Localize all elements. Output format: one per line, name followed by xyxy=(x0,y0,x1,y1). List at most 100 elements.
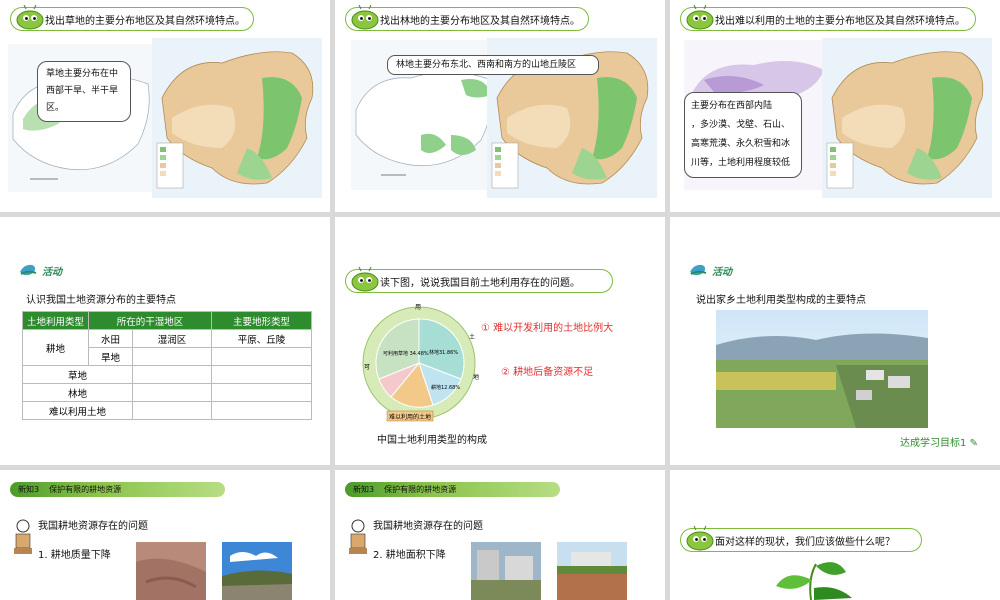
degraded-land-photo xyxy=(222,542,292,600)
table-cell xyxy=(211,401,312,420)
slide-hard-to-use-land[interactable]: 找出难以利用的土地的主要分布地区及其自然环境特点。 主要分布在西部内陆 ，多沙漠… xyxy=(670,0,1000,212)
student-icon xyxy=(349,519,367,554)
note-line: 林地主要分布东北、西南和南方的山地丘陵区 xyxy=(396,60,577,70)
table-cell xyxy=(132,365,212,384)
note-line: 区。 xyxy=(46,103,65,113)
table-cell xyxy=(211,347,312,366)
pie-ring-label: 用 xyxy=(415,304,421,311)
problem-point-1: ① 难以开发利用的土地比例大 xyxy=(481,323,614,334)
slide-activity-table[interactable]: 活动 认识我国土地资源分布的主要特点 土地利用类型 所在的干湿地区 主要地形类型… xyxy=(0,217,330,465)
table-cell: 难以利用土地 xyxy=(22,401,133,420)
bug-icon xyxy=(16,4,44,30)
pie-caption: 中国土地利用类型的构成 xyxy=(377,435,487,446)
slide-title-bar: 找出难以利用的土地的主要分布地区及其自然环境特点。 xyxy=(680,4,976,31)
note-line: 主要分布在西部内陆 xyxy=(691,101,773,111)
table-cell: 耕地 xyxy=(22,329,89,366)
slide-title-bar: 找出林地的主要分布地区及其自然环境特点。 xyxy=(345,4,589,31)
section-band: 新知3 保护有限的耕地资源 xyxy=(345,482,560,497)
problem-item: 2. 耕地面积下降 xyxy=(373,550,446,561)
slide-forest[interactable]: 找出林地的主要分布地区及其自然环境特点。 林地主要分布东北、西南和南方的山地丘陵… xyxy=(335,0,665,212)
table-header: 土地利用类型 xyxy=(22,311,89,330)
cleared-field-photo xyxy=(557,542,627,600)
table-cell: 林地 xyxy=(22,383,133,402)
grassland-note: 草地主要分布在中 西部干旱、半干旱 区。 xyxy=(37,61,131,122)
land-use-pie-chart: 用 土 地 可 林地31.86% 可利用草地 34.48% 耕地12.68% 难… xyxy=(362,304,479,422)
table-cell: 旱地 xyxy=(88,347,133,366)
table-cell xyxy=(211,383,312,402)
table-cell xyxy=(132,383,212,402)
eroded-land-photo xyxy=(136,542,206,600)
pie-label-farmland: 耕地12.68% xyxy=(431,384,460,391)
slide-title-bar: 读下图，说说我国目前土地利用存在的问题。 xyxy=(345,266,613,293)
table-header: 主要地形类型 xyxy=(211,311,312,330)
table-row: 草地 xyxy=(22,365,312,384)
pie-label-grass: 可利用草地 34.48% xyxy=(383,350,429,357)
slide-title: 读下图，说说我国目前土地利用存在的问题。 xyxy=(380,277,580,289)
activity-text: 活动 xyxy=(712,266,732,278)
section-title: 保护有限的耕地资源 xyxy=(49,485,122,494)
section-title: 保护有限的耕地资源 xyxy=(384,485,457,494)
note-line: 高寒荒漠、永久积雪和冰 xyxy=(691,139,791,149)
table-cell xyxy=(132,347,212,366)
table-cell: 草地 xyxy=(22,365,133,384)
table-cell: 平原、丘陵 xyxy=(211,329,312,348)
activity-instruction: 认识我国土地资源分布的主要特点 xyxy=(26,295,176,306)
bug-icon xyxy=(351,4,379,30)
student-icon xyxy=(14,519,32,554)
problems-heading: 我国耕地资源存在的问题 xyxy=(38,521,148,532)
activity-icon xyxy=(690,264,707,276)
activity-instruction: 说出家乡土地利用类型构成的主要特点 xyxy=(696,295,866,306)
slide-grassland[interactable]: 找出草地的主要分布地区及其自然环境特点。 草地主要分布在中 西部干旱、半干旱 区… xyxy=(0,0,330,212)
section-tag: 新知3 xyxy=(18,485,40,494)
china-terrain-map xyxy=(822,38,992,198)
note-line: 西部干旱、半干旱 xyxy=(46,86,119,96)
table-cell: 水田 xyxy=(88,329,133,348)
pie-ring-label: 可 xyxy=(364,364,370,371)
problem-point-2: ② 耕地后备资源不足 xyxy=(501,367,594,378)
pie-label-forest: 林地31.86% xyxy=(429,349,458,356)
pie-label-hard: 难以利用的土地 xyxy=(389,413,431,421)
activity-text: 活动 xyxy=(42,266,62,278)
slide-farmland-quality[interactable]: 新知3 保护有限的耕地资源 我国耕地资源存在的问题 1. 耕地质量下降 xyxy=(0,470,330,600)
bug-icon xyxy=(686,4,714,30)
activity-icon xyxy=(20,264,37,276)
note-line: 川等，土地利用程度较低 xyxy=(691,158,791,168)
slide-title: 面对这样的现状，我们应该做些什么呢？ xyxy=(715,536,895,548)
table-row: 耕地 水田 湿润区 平原、丘陵 xyxy=(22,329,312,366)
table-header: 所在的干湿地区 xyxy=(88,311,212,330)
slide-what-to-do[interactable]: 面对这样的现状，我们应该做些什么呢？ xyxy=(670,470,1000,600)
slide-title: 找出难以利用的土地的主要分布地区及其自然环境特点。 xyxy=(715,15,965,27)
section-tag: 新知3 xyxy=(353,485,375,494)
slide-land-use-problems[interactable]: 读下图，说说我国目前土地利用存在的问题。 用 土 地 可 林地31.86% 可利… xyxy=(335,217,665,465)
construction-site-photo xyxy=(471,542,541,600)
pie-ring-label: 地 xyxy=(473,373,479,381)
table-cell xyxy=(132,401,212,420)
bug-icon xyxy=(686,525,714,551)
table-row: 难以利用土地 xyxy=(22,401,312,420)
china-terrain-map xyxy=(152,38,322,198)
note-line: ，多沙漠、戈壁、石山、 xyxy=(691,120,791,130)
pencil-icon: ✎ xyxy=(969,438,978,449)
problem-item: 1. 耕地质量下降 xyxy=(38,550,111,561)
land-use-table: 土地利用类型 所在的干湿地区 主要地形类型 耕地 水田 湿润区 平原、丘陵 旱地… xyxy=(22,311,312,420)
slide-title: 找出林地的主要分布地区及其自然环境特点。 xyxy=(380,15,580,27)
note-line: 草地主要分布在中 xyxy=(46,69,119,79)
slide-hometown-activity[interactable]: 活动 说出家乡土地利用类型构成的主要特点 达成学习目标1 ✎ xyxy=(670,217,1000,465)
hometown-landscape-photo xyxy=(716,310,928,428)
table-header-row: 土地利用类型 所在的干湿地区 主要地形类型 xyxy=(22,311,312,330)
learning-target-link[interactable]: 达成学习目标1 ✎ xyxy=(900,434,978,449)
bug-icon xyxy=(351,266,379,292)
learning-target-text: 达成学习目标1 xyxy=(900,438,967,449)
slide-title-bar: 面对这样的现状，我们应该做些什么呢？ xyxy=(680,525,922,552)
table-cell: 湿润区 xyxy=(132,329,212,348)
table-row: 林地 xyxy=(22,383,312,402)
slide-title: 找出草地的主要分布地区及其自然环境特点。 xyxy=(45,15,245,27)
table-cell xyxy=(211,365,312,384)
barren-land-note: 主要分布在西部内陆 ，多沙漠、戈壁、石山、 高寒荒漠、永久积雪和冰 川等，土地利… xyxy=(684,92,802,178)
activity-label: 活动 xyxy=(18,262,62,278)
pie-ring-label: 土 xyxy=(469,333,475,341)
activity-label: 活动 xyxy=(688,262,732,278)
slide-title-bar: 找出草地的主要分布地区及其自然环境特点。 xyxy=(10,4,254,31)
forest-note: 林地主要分布东北、西南和南方的山地丘陵区 xyxy=(387,55,599,75)
slide-farmland-area[interactable]: 新知3 保护有限的耕地资源 我国耕地资源存在的问题 2. 耕地面积下降 xyxy=(335,470,665,600)
